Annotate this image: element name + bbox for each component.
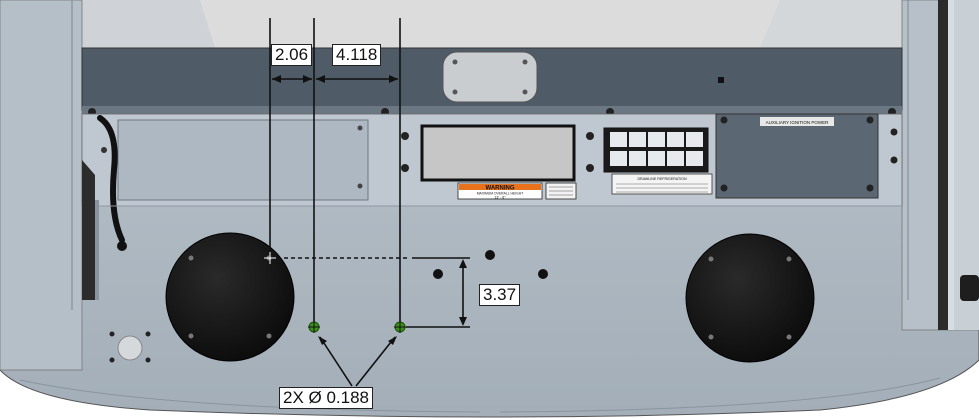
right-wheel — [685, 233, 815, 363]
left-wheel — [165, 232, 295, 362]
aux-panel-title: AUXILIARY IGNITION POWER — [766, 120, 830, 125]
dimension-label-offset-b: 4.118 — [332, 44, 382, 66]
dimension-label-vertical: 3.37 — [479, 284, 521, 306]
warning-line2: 13' - 6" — [494, 196, 506, 200]
dimension-label-offset-a: 2.06 — [271, 44, 313, 66]
vehicle-rear-diagram: DRAWLINE REFRIGERATION AUXILIARY IGNITIO… — [0, 0, 979, 418]
top-rail — [81, 47, 903, 116]
warning-decal: WARNING MAXIMUM OVERALL HEIGHT 13' - 6" — [457, 182, 577, 200]
hole-callout-label: 2X Ø 0.188 — [279, 387, 374, 409]
control-chart-title: DRAWLINE REFRIGERATION — [637, 177, 687, 181]
